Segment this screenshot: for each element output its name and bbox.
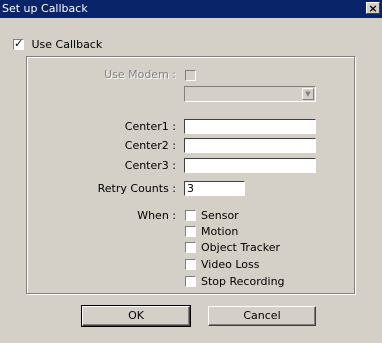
stop-recording-label: Stop Recording	[201, 274, 285, 288]
use-modem-checkbox[interactable]	[185, 70, 196, 81]
close-button[interactable]: ×	[366, 2, 380, 15]
modem-select[interactable]: ▼	[184, 86, 316, 102]
sensor-checkbox[interactable]	[185, 209, 196, 221]
use-modem-label: Use Modem :	[104, 68, 176, 81]
window-title: Set up Callback	[2, 2, 88, 15]
video-loss-checkbox[interactable]	[185, 258, 196, 270]
when-option-motion[interactable]: Motion	[185, 224, 238, 238]
when-option-sensor[interactable]: Sensor	[185, 208, 239, 222]
center2-label: Center2 :	[124, 139, 176, 152]
title-bar: Set up Callback ×	[0, 0, 382, 18]
cancel-button[interactable]: Cancel	[208, 306, 316, 326]
motion-checkbox[interactable]	[185, 225, 196, 237]
stop-recording-checkbox[interactable]	[185, 275, 196, 287]
retry-counts-input[interactable]: 3	[184, 181, 245, 196]
center1-input[interactable]	[184, 119, 316, 134]
video-loss-label: Video Loss	[201, 257, 260, 271]
motion-label: Motion	[201, 224, 239, 238]
center3-input[interactable]	[184, 158, 316, 173]
use-callback-label: Use Callback	[31, 37, 103, 51]
use-callback-checkbox[interactable]	[13, 37, 24, 50]
when-option-stop-recording[interactable]: Stop Recording	[185, 274, 285, 288]
callback-dialog: Set up Callback × Use Callback Use Modem…	[0, 0, 382, 343]
when-label: When :	[137, 209, 176, 222]
when-option-video-loss[interactable]: Video Loss	[185, 257, 259, 271]
center3-label: Center3 :	[124, 159, 176, 172]
object-tracker-checkbox[interactable]	[185, 241, 196, 253]
ok-button[interactable]: OK	[81, 305, 191, 327]
use-callback-row[interactable]: Use Callback	[13, 37, 102, 51]
retry-counts-label: Retry Counts :	[97, 182, 176, 195]
chevron-down-icon[interactable]: ▼	[302, 88, 314, 100]
when-option-object-tracker[interactable]: Object Tracker	[185, 240, 280, 254]
object-tracker-label: Object Tracker	[201, 240, 281, 254]
center2-input[interactable]	[184, 138, 316, 153]
sensor-label: Sensor	[201, 208, 239, 222]
center1-label: Center1 :	[124, 120, 176, 133]
